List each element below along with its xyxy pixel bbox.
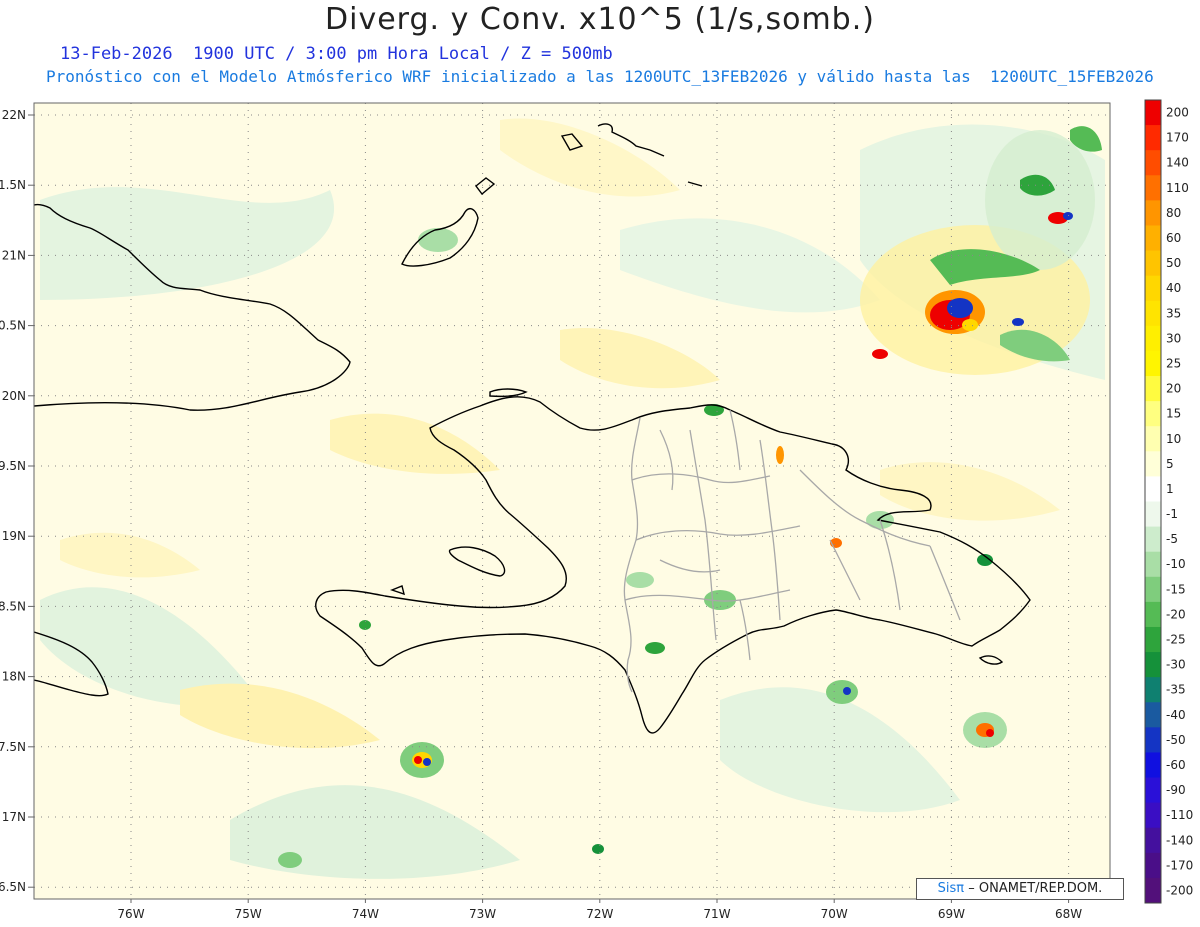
colorbar-label: -90 (1166, 783, 1186, 797)
colorbar-swatch (1145, 777, 1161, 804)
colorbar-label: 170 (1166, 131, 1189, 145)
colorbar-swatch (1145, 275, 1161, 302)
colorbar-label: 15 (1166, 407, 1181, 421)
lon-tick-label: 76W (117, 907, 144, 921)
colorbar-swatch (1145, 802, 1161, 829)
lat-tick-label: 22N (2, 108, 26, 122)
sispi-logo: Sisπ (937, 881, 965, 896)
colorbar-label: 20 (1166, 382, 1181, 396)
colorbar-label: -35 (1166, 683, 1186, 697)
lon-tick-label: 73W (469, 907, 496, 921)
colorbar-swatch (1145, 551, 1161, 578)
colorbar-swatch (1145, 250, 1161, 277)
lon-tick-label: 69W (938, 907, 965, 921)
colorbar-label: 40 (1166, 281, 1181, 295)
forecast-map: 22N 1.5N 21N 0.5N 20N 9.5N 19N 8.5N 18N 7.5N 17N 6.… (0, 99, 1193, 921)
colorbar-swatch (1145, 200, 1161, 226)
colorbar-swatch (1145, 225, 1161, 252)
colorbar-swatch (1145, 877, 1161, 904)
colorbar-swatch (1145, 852, 1161, 879)
field-shading (34, 103, 1110, 899)
colorbar: 200 170 140 110 80 60 50 40 35 30 25 20 15 10 5 1 -1 -5 -1… (1144, 99, 1193, 904)
lat-tick-label: 21N (2, 248, 26, 262)
colorbar-label: 140 (1166, 156, 1189, 170)
colorbar-label: -170 (1166, 858, 1193, 872)
colorbar-swatch (1145, 350, 1161, 377)
colorbar-swatch (1145, 125, 1161, 151)
colorbar-swatch (1145, 652, 1161, 678)
colorbar-label: 80 (1166, 206, 1181, 220)
colorbar-label: -5 (1166, 532, 1178, 546)
lon-tick-label: 75W (235, 907, 262, 921)
colorbar-swatch (1145, 601, 1161, 628)
colorbar-label: 110 (1166, 181, 1189, 195)
lat-tick-label: 6.5N (0, 880, 26, 894)
lat-tick-label: 8.5N (0, 599, 26, 613)
lat-tick-label: 18N (2, 670, 26, 684)
colorbar-swatch (1145, 752, 1161, 779)
lat-tick-label: 0.5N (0, 319, 26, 333)
colorbar-label: -20 (1166, 607, 1186, 621)
colorbar-label: 200 (1166, 106, 1189, 120)
lat-tick-label: 9.5N (0, 459, 26, 473)
colorbar-label: 60 (1166, 231, 1181, 245)
colorbar-label: 50 (1166, 256, 1181, 270)
colorbar-label: -200 (1166, 883, 1193, 897)
lat-tick-label: 1.5N (0, 178, 26, 192)
colorbar-swatch (1145, 677, 1161, 703)
colorbar-label: -1 (1166, 507, 1178, 521)
lat-tick-label: 20N (2, 389, 26, 403)
credit-text: – ONAMET/REP.DOM. (968, 881, 1103, 896)
lon-tick-label: 74W (352, 907, 379, 921)
colorbar-label: -140 (1166, 833, 1193, 847)
colorbar-label: 10 (1166, 432, 1181, 446)
longitude-labels: 76W 75W 74W 73W 72W 71W 70W 69W 68W (117, 907, 1082, 921)
colorbar-swatch (1145, 401, 1161, 427)
colorbar-swatch (1145, 100, 1161, 126)
colorbar-swatch (1145, 300, 1161, 327)
credit-box: Sisπ – ONAMET/REP.DOM. (916, 878, 1124, 900)
colorbar-swatch (1145, 827, 1161, 854)
colorbar-swatch (1145, 451, 1161, 477)
colorbar-label: 35 (1166, 306, 1181, 320)
latitude-labels: 22N 1.5N 21N 0.5N 20N 9.5N 19N 8.5N 18N 7.5N 17N 6.… (0, 108, 26, 894)
colorbar-label: -25 (1166, 633, 1186, 647)
lat-tick-label: 7.5N (0, 740, 26, 754)
colorbar-label: -10 (1166, 557, 1186, 571)
colorbar-label: -15 (1166, 582, 1186, 596)
colorbar-label: -50 (1166, 733, 1186, 747)
colorbar-label: -40 (1166, 708, 1186, 722)
colorbar-label: -30 (1166, 658, 1186, 672)
colorbar-swatch (1145, 727, 1161, 753)
colorbar-swatch (1145, 426, 1161, 452)
colorbar-label: 5 (1166, 457, 1174, 471)
colorbar-swatch (1145, 501, 1161, 528)
colorbar-swatch (1145, 626, 1161, 653)
lat-tick-label: 19N (2, 529, 26, 543)
colorbar-swatch (1145, 150, 1161, 176)
lat-tick-label: 17N (2, 810, 26, 824)
colorbar-label: -110 (1166, 808, 1193, 822)
colorbar-swatch (1145, 702, 1161, 728)
colorbar-swatch (1145, 175, 1161, 201)
colorbar-label: 30 (1166, 331, 1181, 345)
lon-tick-label: 72W (586, 907, 613, 921)
colorbar-swatch (1145, 476, 1161, 502)
colorbar-swatch (1145, 376, 1161, 402)
colorbar-label: -60 (1166, 758, 1186, 772)
colorbar-label: 1 (1166, 482, 1174, 496)
lon-tick-label: 71W (703, 907, 730, 921)
colorbar-swatch (1145, 576, 1161, 603)
colorbar-swatch (1145, 526, 1161, 553)
lon-tick-label: 70W (821, 907, 848, 921)
colorbar-label: 25 (1166, 356, 1181, 370)
lon-tick-label: 68W (1055, 907, 1082, 921)
colorbar-swatch (1145, 325, 1161, 352)
